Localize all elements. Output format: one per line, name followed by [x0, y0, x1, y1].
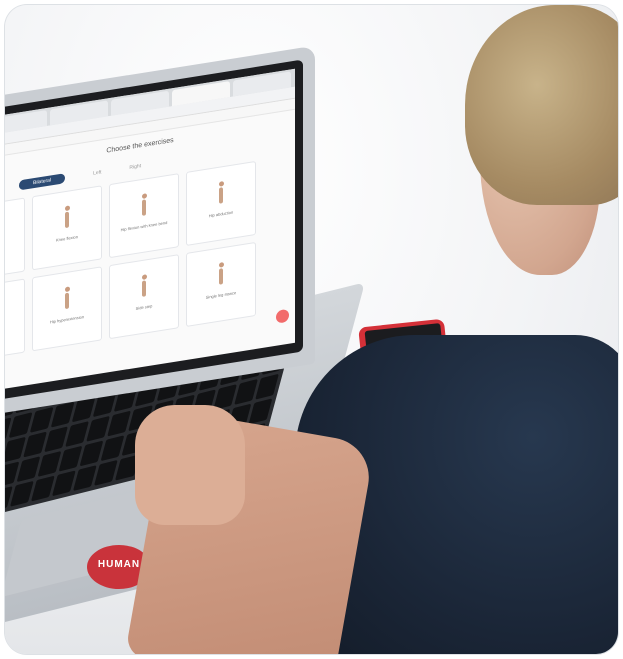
keyboard-key[interactable] [29, 406, 54, 433]
exercise-figure-icon [141, 193, 147, 216]
exercise-card[interactable]: Hip abduction [186, 160, 256, 246]
keyboard-key[interactable] [79, 440, 104, 467]
photo-frame: Choose the exercises Bilateral Left Righ… [5, 5, 618, 654]
keyboard-key[interactable] [65, 421, 90, 447]
person [124, 5, 618, 654]
keyboard-key[interactable] [52, 470, 77, 497]
keyboard-key[interactable] [234, 378, 258, 405]
keyboard-key[interactable] [248, 398, 273, 425]
laptop-bezel: Choose the exercises Bilateral Left Righ… [5, 59, 303, 404]
exercise-card[interactable]: Side step [109, 254, 179, 340]
laptop-screen: Choose the exercises Bilateral Left Righ… [5, 68, 295, 392]
exercise-label: Hip flexion with knee bend [120, 219, 168, 233]
keyboard-key[interactable] [16, 456, 41, 483]
keyboard-key[interactable] [31, 475, 56, 502]
keyboard-key[interactable] [86, 415, 111, 442]
keyboard-key[interactable] [37, 450, 62, 477]
exercise-figure-icon [141, 274, 147, 297]
keyboard-key[interactable] [58, 445, 83, 472]
exercise-card[interactable]: Hip flexion with knee bend [109, 173, 179, 259]
exercise-figure-icon [218, 262, 224, 285]
keyboard-key[interactable] [50, 401, 75, 428]
keyboard-key[interactable] [101, 435, 125, 462]
exercise-card[interactable]: Knee flexion [32, 185, 102, 271]
exercise-label: Single leg stance [205, 290, 237, 300]
exercise-figure-icon [64, 286, 70, 310]
left-option[interactable]: Left [93, 169, 101, 176]
exercise-card[interactable]: Hip hyperextension [32, 266, 102, 352]
exercise-card[interactable] [5, 197, 25, 283]
keyboard-key[interactable] [23, 431, 48, 458]
exercise-label: Side step [135, 303, 153, 311]
person-hair [465, 5, 618, 205]
exercise-figure-icon [64, 205, 70, 229]
right-option[interactable]: Right [129, 163, 141, 171]
keyboard-key[interactable] [8, 412, 33, 439]
laptop-lid: Choose the exercises Bilateral Left Righ… [5, 45, 315, 420]
keyboard-key[interactable] [44, 426, 69, 453]
exercise-card[interactable] [5, 278, 25, 364]
exercise-label: Hip abduction [208, 209, 234, 219]
bilateral-button[interactable]: Bilateral [19, 173, 66, 191]
exercise-label: Hip hyperextension [49, 314, 85, 325]
exercise-grid: Knee flexion Hip flexion with knee bend … [5, 155, 295, 364]
exercise-label: Knee flexion [55, 234, 78, 243]
exercise-figure-icon [218, 181, 224, 204]
keyboard-key[interactable] [107, 410, 132, 437]
exercise-card[interactable]: Single leg stance [186, 241, 256, 327]
keyboard-key[interactable] [5, 436, 27, 463]
keyboard-key[interactable] [10, 480, 34, 507]
keyboard-key[interactable] [73, 465, 98, 491]
keyboard-key[interactable] [5, 461, 20, 488]
keyboard-key[interactable] [94, 459, 119, 486]
